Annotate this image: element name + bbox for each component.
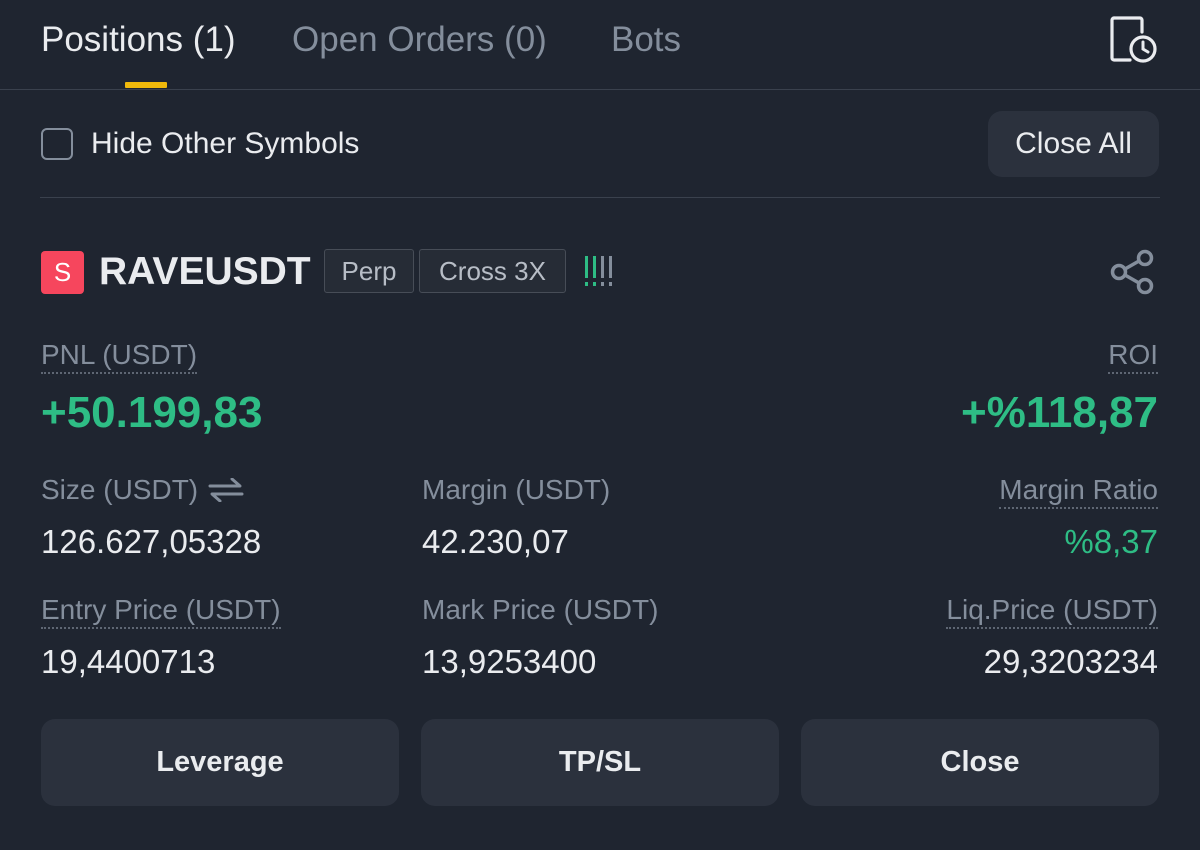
close-position-button[interactable]: Close xyxy=(801,719,1159,806)
mark-price-label: Mark Price (USDT) xyxy=(422,594,659,625)
margin-value: 42.230,07 xyxy=(422,523,569,560)
size-value: 126.627,05328 xyxy=(41,523,262,560)
entry-price-label[interactable]: Entry Price (USDT) xyxy=(41,593,281,629)
margin-label: Margin (USDT) xyxy=(422,474,611,505)
hide-other-symbols-checkbox[interactable] xyxy=(41,128,73,160)
roi-label[interactable]: ROI xyxy=(1108,338,1158,374)
short-side-badge: S xyxy=(41,251,84,294)
position-tabs-bar: Positions (1) Open Orders (0) Bots xyxy=(0,0,1200,90)
share-icon[interactable] xyxy=(1108,248,1156,296)
liq-price-value: 29,3203234 xyxy=(983,643,1158,680)
size-label: Size (USDT) xyxy=(41,474,199,505)
tab-positions[interactable]: Positions (1) xyxy=(41,20,236,60)
hide-other-symbols-label[interactable]: Hide Other Symbols xyxy=(91,127,359,161)
liq-price-label[interactable]: Liq.Price (USDT) xyxy=(946,593,1158,629)
tab-open-orders[interactable]: Open Orders (0) xyxy=(292,20,547,60)
tpsl-button[interactable]: TP/SL xyxy=(421,719,779,806)
size-label-group: Size (USDT) xyxy=(41,473,244,507)
leverage-button[interactable]: Leverage xyxy=(41,719,399,806)
pnl-label[interactable]: PNL (USDT) xyxy=(41,338,198,374)
contract-type-tag: Perp xyxy=(324,249,414,293)
close-all-button[interactable]: Close All xyxy=(988,111,1159,177)
roi-value: +%118,87 xyxy=(961,388,1158,437)
divider xyxy=(40,197,1160,198)
swap-units-icon[interactable] xyxy=(208,477,244,502)
margin-ratio-label[interactable]: Margin Ratio xyxy=(999,473,1158,509)
history-clock-icon[interactable] xyxy=(1108,14,1158,64)
margin-mode-tag[interactable]: Cross 3X xyxy=(419,249,566,293)
position-symbol[interactable]: RAVEUSDT xyxy=(99,250,311,294)
margin-ratio-value: %8,37 xyxy=(1064,523,1158,560)
adl-indicator-icon[interactable] xyxy=(583,254,619,288)
mark-price-value: 13,9253400 xyxy=(422,643,597,680)
active-tab-indicator xyxy=(125,82,167,88)
tab-bots[interactable]: Bots xyxy=(611,20,681,60)
entry-price-value: 19,4400713 xyxy=(41,643,216,680)
pnl-value: +50.199,83 xyxy=(41,388,263,437)
